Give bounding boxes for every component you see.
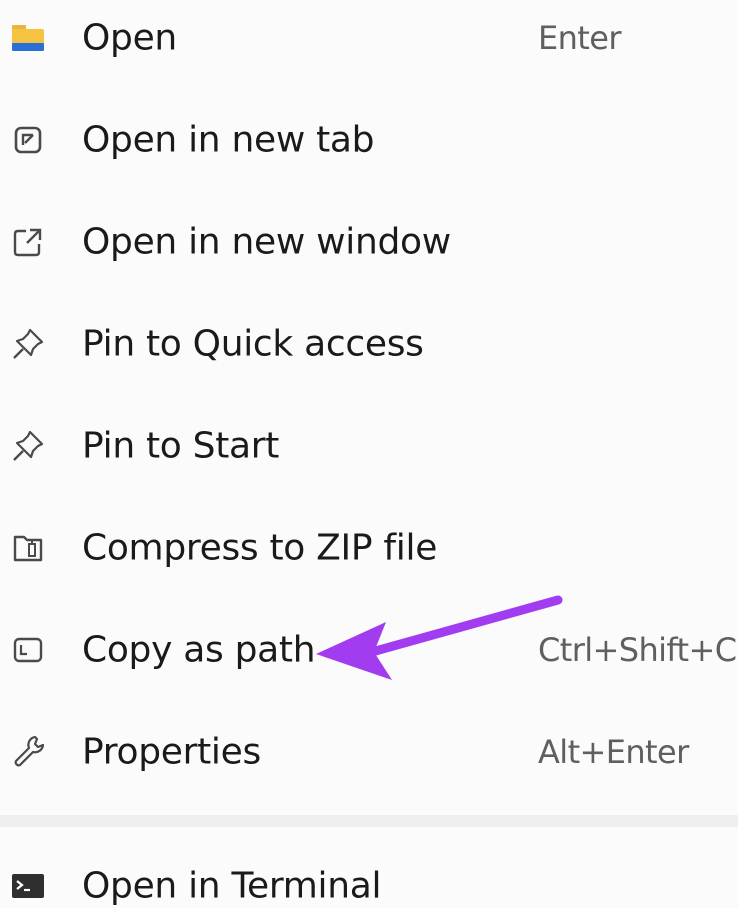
menu-item-label: Copy as path: [82, 629, 316, 671]
folder-icon: [8, 18, 48, 58]
zip-icon: [8, 528, 48, 568]
menu-item-label: Pin to Quick access: [82, 323, 424, 365]
menu-item-properties[interactable]: Properties Alt+Enter: [0, 702, 738, 802]
menu-item-label: Pin to Start: [82, 425, 280, 467]
terminal-icon: [8, 866, 48, 906]
menu-item-label: Open in Terminal: [82, 865, 382, 907]
menu-item-label: Open in new window: [82, 221, 451, 263]
menu-item-label: Properties: [82, 731, 261, 773]
menu-item-open[interactable]: Open Enter: [0, 0, 738, 88]
menu-item-shortcut: Enter: [538, 19, 622, 57]
menu-item-open-in-new-window[interactable]: Open in new window: [0, 192, 738, 292]
menu-item-open-in-terminal[interactable]: Open in Terminal: [0, 836, 738, 908]
menu-item-pin-to-start[interactable]: Pin to Start: [0, 396, 738, 496]
menu-item-label: Open: [82, 17, 177, 59]
new-window-icon: [8, 222, 48, 262]
menu-separator: [0, 815, 738, 827]
menu-item-label: Open in new tab: [82, 119, 375, 161]
menu-item-shortcut: Alt+Enter: [538, 733, 689, 771]
menu-item-compress-to-zip[interactable]: Compress to ZIP file: [0, 498, 738, 598]
wrench-icon: [8, 732, 48, 772]
pin-icon: [8, 324, 48, 364]
menu-item-pin-to-quick-access[interactable]: Pin to Quick access: [0, 294, 738, 394]
menu-item-copy-as-path[interactable]: Copy as path Ctrl+Shift+C: [0, 600, 738, 700]
pin-icon: [8, 426, 48, 466]
new-tab-icon: [8, 120, 48, 160]
context-menu: Open Enter Open in new tab Open in new w…: [0, 0, 738, 908]
menu-item-shortcut: Ctrl+Shift+C: [538, 631, 737, 669]
copy-path-icon: [8, 630, 48, 670]
menu-item-label: Compress to ZIP file: [82, 527, 438, 569]
menu-item-open-in-new-tab[interactable]: Open in new tab: [0, 90, 738, 190]
